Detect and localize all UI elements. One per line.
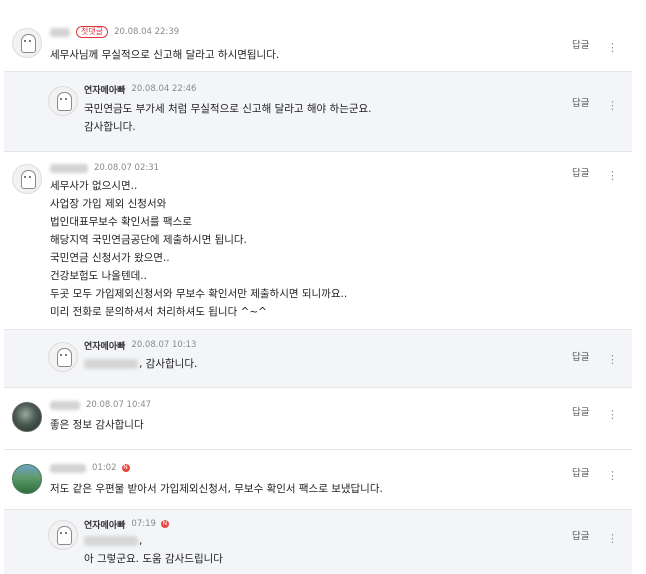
reply-button[interactable]: 답글 bbox=[572, 95, 589, 109]
comment-text-line: 국민연금도 부가세 처럼 무실적으로 신고해 달라고 해야 하는군요. bbox=[84, 103, 372, 115]
comment-date: 20.08.07 02:31 bbox=[94, 163, 160, 173]
nickname-redacted[interactable] bbox=[50, 27, 70, 37]
more-vertical-icon[interactable] bbox=[607, 527, 615, 541]
new-comment-icon: N bbox=[121, 464, 130, 472]
comment-nickname[interactable]: 연자메아빠 bbox=[84, 83, 125, 96]
comment-text: , 감사합니다. bbox=[139, 358, 198, 370]
more-vertical-icon[interactable] bbox=[607, 348, 615, 362]
comment-text-line: 해당지역 국민연금공단에 제출하시면 됩니다. bbox=[50, 234, 247, 246]
ghost-avatar-icon[interactable] bbox=[48, 86, 78, 116]
comment-body: 좋은 정보 감사합니다 bbox=[50, 416, 144, 434]
comment-item: 01:02 N 저도 같은 우편물 받아서 가입제외신청서, 무보수 확인서 팩… bbox=[4, 450, 632, 510]
comment-date: 20.08.04 22:39 bbox=[114, 27, 180, 37]
more-vertical-icon[interactable] bbox=[607, 464, 615, 478]
comment-text-line: 세무사가 없으시면.. bbox=[50, 180, 138, 192]
comment-date: 20.08.07 10:13 bbox=[131, 340, 197, 350]
user-photo-avatar[interactable] bbox=[12, 402, 42, 432]
comment-text-line: 감사합니다. bbox=[84, 121, 136, 133]
more-vertical-icon[interactable] bbox=[607, 164, 615, 178]
mention-redacted[interactable] bbox=[84, 359, 138, 369]
reply-button[interactable]: 답글 bbox=[572, 404, 589, 418]
comment-list: 첫댓글 20.08.04 22:39 세무사님께 무실적으로 신고해 달라고 하… bbox=[0, 0, 646, 574]
nickname-redacted[interactable] bbox=[50, 163, 88, 173]
comment-meta: 20.08.07 10:47 bbox=[50, 398, 151, 412]
comment-date: 20.08.07 10:47 bbox=[86, 400, 152, 410]
more-vertical-icon[interactable] bbox=[607, 94, 615, 108]
reply-button[interactable]: 답글 bbox=[572, 165, 589, 179]
comment-body: , 감사합니다. bbox=[84, 355, 197, 373]
comment-text-line: 미리 전화로 문의하셔서 처리하셔도 됩니다 ^~^ bbox=[50, 306, 267, 318]
more-vertical-icon[interactable] bbox=[607, 403, 615, 417]
comment-date: 01:02 bbox=[92, 463, 117, 473]
comment-item: 20.08.07 10:47 좋은 정보 감사합니다 답글 bbox=[4, 388, 632, 450]
comment-date: 20.08.04 22:46 bbox=[131, 84, 197, 94]
user-photo-avatar[interactable] bbox=[12, 464, 42, 494]
nickname-redacted[interactable] bbox=[50, 400, 80, 410]
comment-meta: 첫댓글 20.08.04 22:39 bbox=[50, 25, 179, 39]
comment-nickname[interactable]: 연자메아빠 bbox=[84, 339, 125, 352]
comment-text-line: 두곳 모두 가입제외신청서와 무보수 확인서만 제출하시면 되니까요.. bbox=[50, 288, 348, 300]
ghost-avatar-icon[interactable] bbox=[12, 164, 42, 194]
comment-nickname[interactable]: 연자메아빠 bbox=[84, 518, 125, 531]
comment-body: 세무사가 없으시면.. 사업장 가입 제외 신청서와 법인대표무보수 확인서를 … bbox=[50, 177, 347, 321]
comment-meta: 연자메아빠 20.08.04 22:46 bbox=[84, 82, 196, 96]
comment-text-line: , 감사합니다. bbox=[84, 355, 197, 373]
first-comment-badge: 첫댓글 bbox=[76, 26, 109, 38]
comment-meta: 20.08.07 02:31 bbox=[50, 161, 159, 175]
comment-text-line: 저도 같은 우편물 받아서 가입제외신청서, 무보수 확인서 팩스로 보냈답니다… bbox=[50, 483, 383, 495]
comment-text-line: 법인대표무보수 확인서를 팩스로 bbox=[50, 216, 192, 228]
reply-button[interactable]: 답글 bbox=[572, 37, 589, 51]
comment-item: 첫댓글 20.08.04 22:39 세무사님께 무실적으로 신고해 달라고 하… bbox=[4, 10, 632, 72]
comment-meta: 연자메아빠 20.08.07 10:13 bbox=[84, 338, 196, 352]
comment-text-line: 국민연금 신청서가 왔으면.. bbox=[50, 252, 170, 264]
comment-body: , 아 그렇군요. 도움 감사드립니다 bbox=[84, 532, 223, 568]
reply-button[interactable]: 답글 bbox=[572, 349, 589, 363]
ghost-avatar-icon[interactable] bbox=[48, 342, 78, 372]
comment-body: 국민연금도 부가세 처럼 무실적으로 신고해 달라고 해야 하는군요. 감사합니… bbox=[84, 100, 372, 136]
ghost-avatar-icon[interactable] bbox=[12, 28, 42, 58]
ghost-avatar-icon[interactable] bbox=[48, 520, 78, 550]
comment-text: , bbox=[139, 535, 143, 547]
comment-text-line: 세무사님께 무실적으로 신고해 달라고 하시면됩니다. bbox=[50, 49, 280, 61]
new-comment-icon: N bbox=[160, 520, 169, 528]
comment-text-line: 좋은 정보 감사합니다 bbox=[50, 419, 144, 431]
comment-text-line: 건강보험도 나올텐데.. bbox=[50, 270, 147, 282]
comment-body: 세무사님께 무실적으로 신고해 달라고 하시면됩니다. bbox=[50, 46, 279, 64]
mention-redacted[interactable] bbox=[84, 536, 138, 546]
more-vertical-icon[interactable] bbox=[607, 36, 615, 50]
reply-comment-item: 연자메아빠 07:19 N , 아 그렇군요. 도움 감사드립니다 답글 bbox=[4, 510, 632, 574]
nickname-redacted[interactable] bbox=[50, 463, 86, 473]
comment-meta: 연자메아빠 07:19 N bbox=[84, 517, 169, 531]
reply-comment-item: 연자메아빠 20.08.07 10:13 , 감사합니다. 답글 bbox=[4, 330, 632, 388]
reply-button[interactable]: 답글 bbox=[572, 465, 589, 479]
comment-text-line: , bbox=[84, 532, 223, 550]
reply-button[interactable]: 답글 bbox=[572, 528, 589, 542]
comment-date: 07:19 bbox=[131, 519, 156, 529]
comment-text-line: 사업장 가입 제외 신청서와 bbox=[50, 198, 167, 210]
comment-meta: 01:02 N bbox=[50, 461, 130, 475]
comment-body: 저도 같은 우편물 받아서 가입제외신청서, 무보수 확인서 팩스로 보냈답니다… bbox=[50, 480, 383, 498]
comment-item: 20.08.07 02:31 세무사가 없으시면.. 사업장 가입 제외 신청서… bbox=[4, 152, 632, 330]
reply-comment-item: 연자메아빠 20.08.04 22:46 국민연금도 부가세 처럼 무실적으로 … bbox=[4, 72, 632, 152]
comment-text-line: 아 그렇군요. 도움 감사드립니다 bbox=[84, 553, 223, 565]
